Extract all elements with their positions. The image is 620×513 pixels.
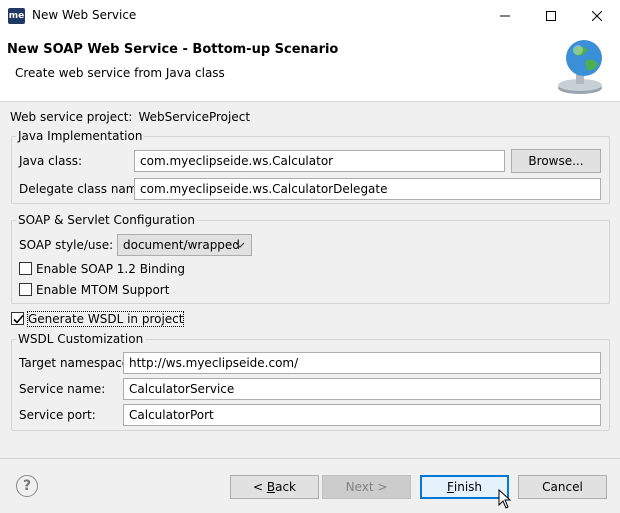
project-info: Web service project: WebServiceProject — [10, 110, 250, 124]
web-service-globe-icon — [558, 40, 602, 94]
soap-style-label: SOAP style/use: — [19, 238, 114, 252]
close-icon — [592, 11, 602, 21]
checkmark-icon — [13, 314, 24, 324]
browse-button[interactable]: Browse... — [511, 149, 601, 173]
window-title: New Web Service — [32, 8, 137, 22]
service-port-label: Service port: — [19, 408, 96, 422]
java-class-input[interactable]: com.myeclipseide.ws.Calculator — [134, 150, 505, 172]
service-name-input[interactable]: CalculatorService — [123, 378, 601, 400]
cancel-button[interactable]: Cancel — [518, 475, 607, 499]
maximize-button[interactable] — [528, 0, 574, 32]
back-prefix: < — [252, 480, 267, 494]
service-port-input[interactable]: CalculatorPort — [123, 404, 601, 426]
target-namespace-input[interactable]: http://ws.myeclipseide.com/ — [123, 352, 601, 374]
chevron-down-icon — [235, 242, 245, 248]
service-name-label: Service name: — [19, 382, 106, 396]
footer-divider — [0, 458, 620, 459]
project-label: Web service project: — [10, 110, 133, 124]
close-button[interactable] — [574, 0, 620, 32]
mtom-checkbox[interactable] — [19, 283, 32, 296]
generate-wsdl-checkbox[interactable] — [11, 312, 24, 325]
finish-rest: inish — [453, 480, 483, 494]
page-subtitle: Create web service from Java class — [15, 66, 225, 80]
mtom-label: Enable MTOM Support — [36, 283, 170, 297]
project-value: WebServiceProject — [138, 110, 251, 124]
soap-style-value: document/wrapped — [123, 238, 240, 252]
back-button[interactable]: < Back — [230, 475, 319, 499]
java-class-label: Java class: — [19, 154, 82, 168]
soap12-checkbox[interactable] — [19, 262, 32, 275]
generate-wsdl-label: Generate WSDL in project — [26, 311, 185, 327]
minimize-icon — [500, 15, 510, 17]
page-title: New SOAP Web Service - Bottom-up Scenari… — [7, 42, 339, 57]
back-mnemonic: B — [266, 480, 276, 494]
next-button[interactable]: Next > — [322, 475, 411, 499]
soap-style-select[interactable]: document/wrapped — [117, 234, 252, 256]
help-icon[interactable]: ? — [16, 475, 38, 497]
wsdl-customization-label: WSDL Customization — [16, 332, 146, 346]
wizard-header: New SOAP Web Service - Bottom-up Scenari… — [0, 32, 620, 102]
title-bar: me New Web Service — [0, 0, 620, 32]
soap12-label: Enable SOAP 1.2 Binding — [36, 262, 186, 276]
delegate-class-input[interactable]: com.myeclipseide.ws.CalculatorDelegate — [134, 178, 601, 200]
back-rest: ack — [275, 480, 296, 494]
minimize-button[interactable] — [482, 0, 528, 32]
finish-mnemonic: F — [446, 480, 454, 494]
mouse-cursor-icon — [498, 489, 512, 509]
soap-servlet-config-label: SOAP & Servlet Configuration — [16, 213, 197, 227]
target-namespace-label: Target namespace: — [19, 356, 134, 370]
app-logo-icon: me — [8, 8, 25, 24]
java-implementation-label: Java Implementation — [16, 129, 145, 143]
maximize-icon — [546, 11, 556, 21]
delegate-class-label: Delegate class name: — [19, 182, 149, 196]
finish-button[interactable]: Finish — [420, 475, 509, 499]
